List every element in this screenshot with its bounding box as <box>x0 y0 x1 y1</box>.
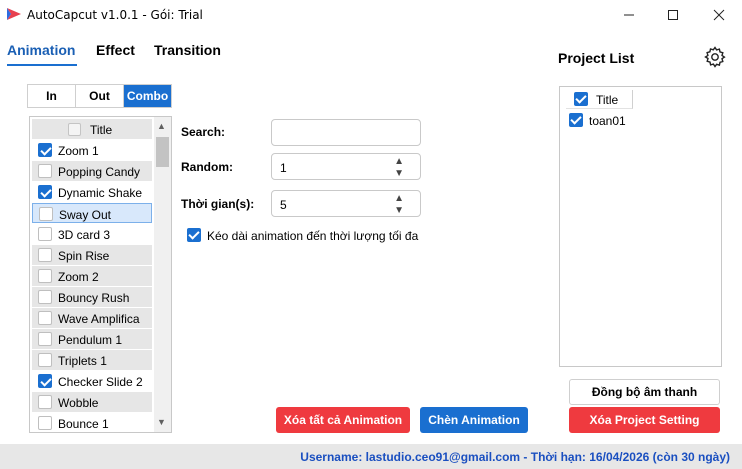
spin-down-icon[interactable]: ▼ <box>394 205 404 216</box>
project-list[interactable]: Title toan01 <box>559 86 722 367</box>
minimize-icon <box>624 14 634 16</box>
list-item[interactable]: Bounce 1 <box>32 413 152 432</box>
sync-audio-button[interactable]: Đồng bộ âm thanh <box>569 379 720 405</box>
project-row-label: toan01 <box>589 114 626 128</box>
list-item-checkbox[interactable] <box>38 248 52 262</box>
sub-tabs: In Out Combo <box>27 84 172 108</box>
clear-project-setting-button[interactable]: Xóa Project Setting <box>569 407 720 433</box>
list-item-label: Sway Out <box>59 208 112 222</box>
project-list-title: Project List <box>558 50 635 66</box>
project-row-checkbox[interactable] <box>569 113 583 127</box>
list-item-label: Zoom 2 <box>58 270 99 284</box>
gear-icon[interactable] <box>703 45 727 69</box>
random-value: 1 <box>280 161 287 175</box>
subtab-out[interactable]: Out <box>76 85 124 107</box>
duration-label: Thời gian(s): <box>181 197 255 211</box>
list-item-checkbox[interactable] <box>39 207 53 221</box>
project-row[interactable]: toan01 <box>566 111 706 131</box>
tab-animation[interactable]: Animation <box>7 42 75 58</box>
list-header: Title <box>32 119 152 139</box>
list-item-label: Zoom 1 <box>58 144 99 158</box>
animation-list[interactable]: Title Zoom 1 Popping Candy Dynamic Shake Sw… <box>29 116 172 433</box>
list-item-checkbox[interactable] <box>38 269 52 283</box>
list-item[interactable]: Sway Out <box>32 203 152 223</box>
maximize-icon <box>668 10 678 20</box>
search-label: Search: <box>181 125 226 139</box>
list-item-label: Triplets 1 <box>58 354 107 368</box>
spin-up-icon[interactable]: ▲ <box>394 156 404 167</box>
list-item-checkbox[interactable] <box>38 353 52 367</box>
list-item-label: Wobble <box>58 396 99 410</box>
status-bar: Username: lastudio.ceo91@gmail.com - Thờ… <box>0 444 742 469</box>
spin-up-icon[interactable]: ▲ <box>394 193 404 204</box>
list-item-checkbox[interactable] <box>38 143 52 157</box>
clear-animation-button[interactable]: Xóa tất cả Animation <box>276 407 410 433</box>
project-header-title: Title <box>596 93 619 107</box>
list-item-label: Checker Slide 2 <box>58 375 143 389</box>
search-input[interactable] <box>271 119 421 146</box>
project-list-header: Title <box>566 90 633 109</box>
list-item-checkbox[interactable] <box>38 395 52 409</box>
list-item[interactable]: Zoom 2 <box>32 266 152 286</box>
extend-duration-checkbox[interactable] <box>187 228 201 242</box>
list-item[interactable]: Spin Rise <box>32 245 152 265</box>
minimize-button[interactable] <box>606 0 652 30</box>
list-item-checkbox[interactable] <box>38 290 52 304</box>
project-select-all-checkbox[interactable] <box>574 92 588 106</box>
list-item-checkbox[interactable] <box>38 227 52 241</box>
app-logo-icon <box>7 8 21 20</box>
list-item-label: Pendulum 1 <box>58 333 123 347</box>
list-item-checkbox[interactable] <box>38 416 52 430</box>
active-tab-indicator <box>7 64 77 66</box>
list-item[interactable]: Bouncy Rush <box>32 287 152 307</box>
list-item-label: Popping Candy <box>58 165 141 179</box>
list-item-checkbox[interactable] <box>38 374 52 388</box>
list-item[interactable]: Zoom 1 <box>32 140 152 160</box>
list-item-label: Dynamic Shake <box>58 186 143 200</box>
insert-animation-button[interactable]: Chèn Animation <box>420 407 528 433</box>
list-item-label: Bouncy Rush <box>58 291 130 305</box>
close-button[interactable] <box>696 0 742 30</box>
list-item[interactable]: Triplets 1 <box>32 350 152 370</box>
list-item-checkbox[interactable] <box>38 164 52 178</box>
select-all-checkbox[interactable] <box>68 123 81 136</box>
extend-duration-label: Kéo dài animation đến thời lượng tối đa <box>207 229 419 243</box>
maximize-button[interactable] <box>650 0 696 30</box>
list-item-checkbox[interactable] <box>38 311 52 325</box>
list-item[interactable]: Wave Amplifica <box>32 308 152 328</box>
list-item[interactable]: Wobble <box>32 392 152 412</box>
duration-stepper[interactable]: 5 ▲ ▼ <box>271 190 421 217</box>
scroll-down-icon[interactable]: ▼ <box>157 417 166 427</box>
subtab-in[interactable]: In <box>28 85 76 107</box>
list-item[interactable]: 3D card 3 <box>32 224 152 244</box>
list-header-title: Title <box>90 123 113 137</box>
random-stepper[interactable]: 1 ▲ ▼ <box>271 153 421 180</box>
title-bar: AutoCapcut v1.0.1 - Gói: Trial <box>0 0 742 30</box>
list-scrollbar[interactable]: ▲ ▼ <box>154 117 171 432</box>
scroll-up-icon[interactable]: ▲ <box>157 121 166 131</box>
tab-effect[interactable]: Effect <box>96 42 135 58</box>
duration-value: 5 <box>280 198 287 212</box>
spin-down-icon[interactable]: ▼ <box>394 168 404 179</box>
close-icon <box>713 9 725 21</box>
status-text: Username: lastudio.ceo91@gmail.com - Thờ… <box>300 450 730 464</box>
list-item-checkbox[interactable] <box>38 332 52 346</box>
list-item[interactable]: Popping Candy <box>32 161 152 181</box>
list-item-label: Wave Amplifica <box>58 312 140 326</box>
list-item[interactable]: Checker Slide 2 <box>32 371 152 391</box>
subtab-combo[interactable]: Combo <box>124 85 171 107</box>
list-item[interactable]: Dynamic Shake <box>32 182 152 202</box>
list-item-checkbox[interactable] <box>38 185 52 199</box>
list-item-label: 3D card 3 <box>58 228 111 242</box>
list-item-label: Spin Rise <box>58 249 110 263</box>
tab-transition[interactable]: Transition <box>154 42 221 58</box>
list-item-label: Bounce 1 <box>58 417 109 431</box>
window-title: AutoCapcut v1.0.1 - Gói: Trial <box>27 8 203 22</box>
random-label: Random: <box>181 160 233 174</box>
scrollbar-thumb[interactable] <box>156 137 169 167</box>
list-item[interactable]: Pendulum 1 <box>32 329 152 349</box>
